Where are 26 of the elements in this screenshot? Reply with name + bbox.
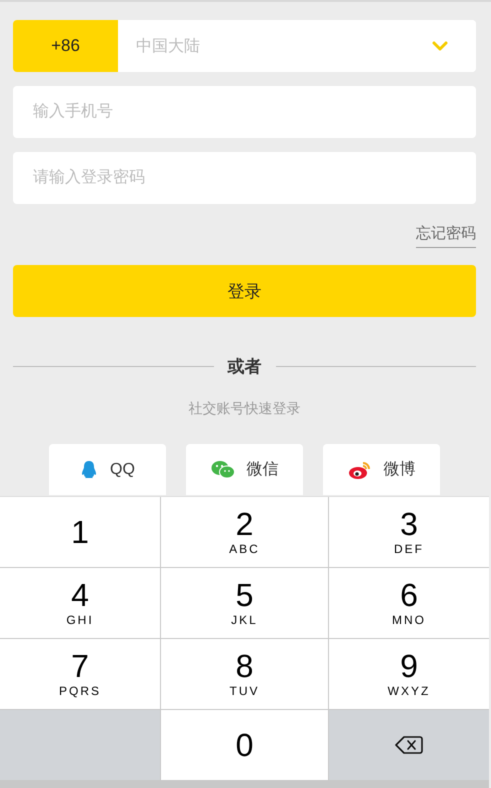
password-input-field[interactable]: 请输入登录密码 — [13, 152, 476, 204]
login-button[interactable]: 登录 — [13, 265, 476, 317]
divider-label: 或者 — [228, 356, 262, 378]
chevron-down-icon — [432, 41, 448, 51]
forgot-password-link[interactable]: 忘记密码 — [416, 224, 476, 248]
keypad-key[interactable]: 1 — [0, 497, 160, 567]
eye-waves-icon — [348, 460, 372, 480]
social-login-caption: 社交账号快速登录 — [188, 400, 302, 418]
keypad-key[interactable]: 5 JKL — [161, 568, 328, 638]
social-login-button[interactable]: 微博 — [323, 444, 440, 495]
phone-input-field[interactable]: 输入手机号 — [13, 86, 476, 138]
keypad-key[interactable]: 7 PQRS — [0, 639, 160, 709]
keypad-key[interactable]: 8 TUV — [161, 639, 328, 709]
social-login-button[interactable]: QQ — [49, 444, 166, 495]
keypad-key[interactable]: 6 MNO — [329, 568, 489, 638]
keypad-key[interactable]: 4 GHI — [0, 568, 160, 638]
keypad-key[interactable]: 9 WXYZ — [329, 639, 489, 709]
keypad-key[interactable]: 0 — [161, 710, 328, 780]
keypad-key[interactable]: 3 DEF — [329, 497, 489, 567]
penguin-icon — [80, 460, 98, 479]
backspace-key[interactable] — [329, 710, 489, 780]
backspace-icon — [395, 735, 423, 755]
country-code-button[interactable]: +86 — [13, 20, 118, 72]
social-login-button[interactable]: 微信 — [186, 444, 303, 495]
chat-bubbles-icon — [210, 460, 234, 479]
keypad-key[interactable]: 2 ABC — [161, 497, 328, 567]
